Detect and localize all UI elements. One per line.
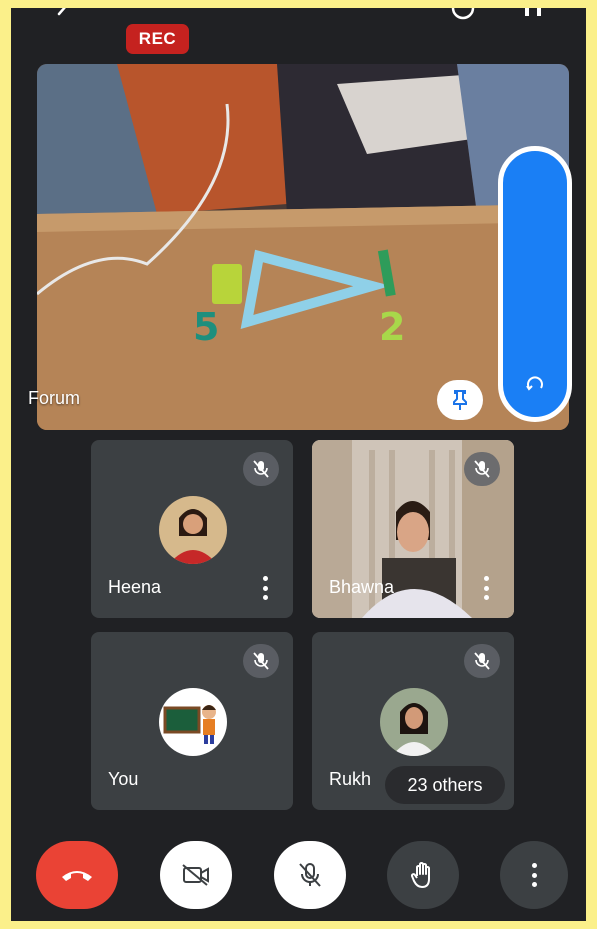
recording-badge: REC (126, 24, 189, 54)
hand-icon (411, 862, 430, 888)
scene-digit-2: 2 (379, 305, 405, 349)
mic-off-icon (299, 863, 321, 887)
more-vert-icon (530, 863, 538, 887)
refresh-icon[interactable] (524, 373, 546, 395)
participant-name: Heena (108, 577, 162, 597)
speaker-icon[interactable] (519, 8, 549, 28)
scene-digit-5: 5 (193, 305, 219, 349)
camera-toggle-button[interactable] (160, 841, 232, 909)
participant-name: You (108, 769, 139, 789)
others-count-chip[interactable]: 23 others (385, 766, 505, 804)
more-options-icon[interactable] (482, 576, 490, 600)
mic-toggle-button[interactable] (274, 841, 346, 909)
participant-tile-bhawna[interactable]: Bhawna (312, 440, 514, 618)
camera-off-icon (182, 864, 209, 886)
participant-name: Bhawna (329, 577, 395, 597)
mic-off-icon (243, 452, 279, 486)
end-call-button[interactable] (36, 841, 118, 909)
back-arrow-icon[interactable] (51, 8, 75, 26)
meet-screen: REC 5 2 Forum Heena Bhawna You Rukh 23 o… (11, 8, 586, 921)
pin-button[interactable] (437, 380, 483, 420)
participant-tile-you[interactable]: You (91, 632, 293, 810)
more-options-button[interactable] (500, 841, 568, 909)
main-video-label: Forum (28, 388, 81, 408)
mic-off-icon (243, 644, 279, 678)
mic-off-icon (464, 644, 500, 678)
mic-off-icon (464, 452, 500, 486)
phone-hangup-icon (62, 871, 92, 881)
avatar (159, 688, 227, 756)
pin-icon (453, 390, 467, 410)
main-video-feed[interactable]: 5 2 (37, 64, 569, 430)
raise-hand-button[interactable] (387, 841, 459, 909)
video-scene: 5 2 (37, 64, 569, 430)
avatar (380, 688, 448, 756)
avatar (159, 496, 227, 564)
floating-side-panel[interactable] (498, 146, 572, 422)
participant-tile-heena[interactable]: Heena (91, 440, 293, 618)
more-options-icon[interactable] (261, 576, 269, 600)
participant-name: Rukh (329, 769, 372, 789)
switch-camera-icon[interactable] (448, 8, 478, 28)
